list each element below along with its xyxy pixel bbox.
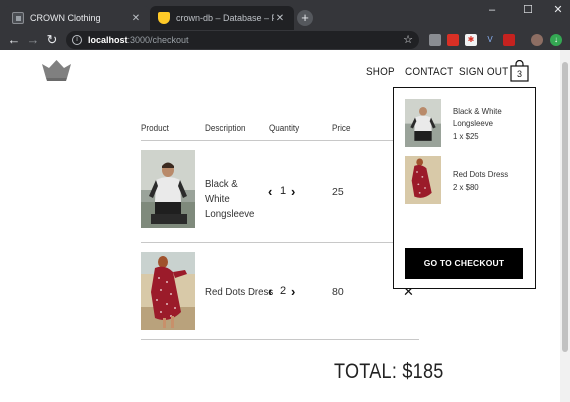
url-host: localhost — [88, 35, 128, 45]
extension-icon[interactable]: V — [484, 34, 496, 46]
address-bar[interactable]: i localhost:3000/checkout ☆ — [66, 31, 419, 49]
scrollbar-thumb[interactable] — [562, 62, 568, 352]
browser-titlebar: CROWN Clothing ✕ crown-db – Database – F… — [0, 0, 570, 30]
go-to-checkout-button[interactable]: GO TO CHECKOUT — [405, 248, 523, 279]
item-price: 25 — [332, 186, 344, 198]
extension-icon[interactable]: ✱ — [465, 34, 477, 46]
red-dress-product-image — [141, 252, 195, 330]
checkout-total: TOTAL: $185 — [334, 360, 444, 383]
page-scrollbar[interactable] — [560, 50, 570, 402]
item-description: Red Dots Dress — [205, 286, 274, 298]
browser-toolbar: ← → ↻ i localhost:3000/checkout ☆ ✱ V ↓ — [0, 30, 570, 50]
close-window-button[interactable]: ✕ — [548, 3, 568, 17]
star-icon[interactable]: ☆ — [403, 33, 413, 46]
longsleeve-product-image — [141, 150, 195, 228]
forward-arrow-icon[interactable]: → — [25, 32, 41, 48]
item-quantity: 2 — [280, 285, 287, 297]
crown-logo-icon[interactable] — [40, 58, 73, 82]
tab-favicon-icon — [12, 12, 24, 24]
item-quantity: 1 — [280, 185, 287, 197]
tab-label: crown-db – Database – Firebase — [176, 13, 274, 23]
new-tab-button[interactable]: + — [297, 10, 313, 26]
cart-item-name: Black & White Longsleeve — [453, 106, 502, 128]
cart-item-count: 3 — [516, 69, 522, 79]
chevron-left-icon[interactable]: ‹ — [268, 184, 272, 199]
red-dress-thumbnail — [405, 156, 441, 204]
header-price: Price — [332, 123, 351, 133]
profile-avatar[interactable] — [531, 34, 543, 46]
item-description: Black & White Longsleeve — [205, 178, 255, 220]
tab-firebase[interactable]: crown-db – Database – Firebase ✕ — [150, 6, 294, 30]
extension-icon[interactable] — [447, 34, 459, 46]
nav-shop-link[interactable]: SHOP — [366, 66, 395, 78]
item-price: 80 — [332, 286, 344, 298]
cart-item-name: Red Dots Dress — [453, 169, 509, 179]
nav-sign-out-link[interactable]: SIGN OUT — [459, 66, 508, 78]
cart-icon-button[interactable]: 3 — [510, 59, 529, 82]
cart-dropdown: Black & White Longsleeve 1 x $25 Red Dot… — [393, 87, 536, 289]
cart-item-qty: 2 x $80 — [453, 182, 479, 192]
reload-icon[interactable]: ↻ — [44, 32, 60, 48]
header-description: Description — [205, 123, 246, 133]
tab-label: CROWN Clothing — [30, 13, 101, 23]
row-divider — [141, 242, 419, 243]
row-divider — [141, 339, 419, 340]
url-path: :3000/checkout — [127, 35, 189, 45]
maximize-button[interactable]: ☐ — [518, 3, 538, 17]
tab-close-icon[interactable]: ✕ — [274, 13, 286, 24]
nav-contact-link[interactable]: CONTACT — [405, 66, 453, 78]
chevron-left-icon[interactable]: ‹ — [268, 284, 272, 299]
header-product: Product — [141, 123, 169, 133]
extension-icon[interactable] — [429, 34, 441, 46]
header-divider — [141, 140, 419, 141]
chevron-right-icon[interactable]: › — [291, 284, 295, 299]
info-icon[interactable]: i — [72, 35, 82, 45]
longsleeve-thumbnail — [405, 99, 441, 147]
extension-icon[interactable] — [503, 34, 515, 46]
update-icon[interactable]: ↓ — [550, 34, 562, 46]
minimize-button[interactable]: – — [482, 3, 502, 17]
chevron-right-icon[interactable]: › — [291, 184, 295, 199]
tab-close-icon[interactable]: ✕ — [130, 13, 142, 24]
tab-crown-clothing[interactable]: CROWN Clothing ✕ — [4, 6, 150, 30]
firebase-favicon-icon — [158, 12, 170, 24]
header-quantity: Quantity — [269, 123, 300, 133]
back-arrow-icon[interactable]: ← — [6, 32, 22, 48]
cart-item-qty: 1 x $25 — [453, 131, 479, 141]
